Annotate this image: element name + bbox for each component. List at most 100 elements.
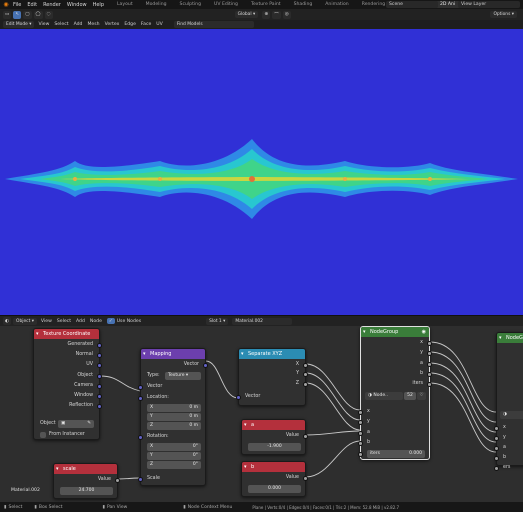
- node-menu-view[interactable]: View: [41, 319, 52, 324]
- texture-coordinate-node[interactable]: Texture Coordinate Generated Normal UV O…: [33, 328, 102, 440]
- value-node-b-header[interactable]: b: [242, 462, 305, 472]
- tab-modeling[interactable]: Modeling: [141, 1, 172, 8]
- group-in-y-socket[interactable]: [358, 420, 363, 425]
- use-nodes-checkbox[interactable]: ✓: [106, 318, 115, 324]
- menu-vertex[interactable]: Vertex: [105, 22, 120, 27]
- tab-shading[interactable]: Shading: [289, 1, 318, 8]
- blender-logo-icon[interactable]: ◉: [2, 1, 10, 8]
- mapping-location-socket[interactable]: [138, 396, 143, 401]
- menu-render[interactable]: Render: [43, 2, 61, 8]
- group-iters-field[interactable]: iters 0.000: [367, 450, 425, 458]
- material-selector[interactable]: Material.002: [232, 317, 293, 325]
- group-in-b-socket[interactable]: [358, 441, 363, 446]
- group2-in-iters-socket[interactable]: [494, 466, 499, 471]
- group-in-x-socket[interactable]: [358, 410, 363, 415]
- texcoord-normal-socket[interactable]: [97, 353, 102, 358]
- value-node-b-field[interactable]: 0.000: [248, 485, 301, 493]
- snap-icon[interactable]: ⌒: [272, 10, 281, 19]
- node-group-header[interactable]: NodeGroup ◉: [361, 327, 429, 337]
- view-layer-selector[interactable]: View Layer: [458, 1, 520, 8]
- texcoord-camera-socket[interactable]: [97, 384, 102, 389]
- menu-edge[interactable]: Edge: [124, 22, 136, 27]
- group-datablock-field[interactable]: ◑ Node..: [365, 392, 403, 400]
- mapping-rotation-y[interactable]: Y 0°: [147, 452, 201, 460]
- tab-animation[interactable]: Animation: [320, 1, 353, 8]
- tweak-tool-button[interactable]: ▭: [3, 10, 12, 19]
- menu-edit[interactable]: Edit: [27, 2, 37, 8]
- texcoord-window-socket[interactable]: [97, 394, 102, 399]
- value-node-a-socket[interactable]: [303, 434, 308, 439]
- mapping-location-y[interactable]: Y 0 m: [147, 413, 201, 421]
- mode-dropdown[interactable]: Edit Mode ▾: [3, 21, 35, 28]
- group2-datablock-field[interactable]: ◑: [500, 411, 523, 419]
- node-menu-add[interactable]: Add: [76, 319, 85, 324]
- separate-x-socket[interactable]: [303, 363, 308, 368]
- group2-in-x-socket[interactable]: [494, 426, 499, 431]
- from-instancer-checkbox[interactable]: [40, 432, 46, 438]
- shader-type-dropdown[interactable]: Object ▾: [13, 317, 37, 325]
- mapping-header[interactable]: Mapping: [141, 349, 205, 359]
- menu-window[interactable]: Window: [67, 2, 87, 8]
- value-node-a-header[interactable]: a: [242, 420, 305, 430]
- proportional-edit-icon[interactable]: ◎: [282, 10, 291, 19]
- node-group[interactable]: NodeGroup ◉ x y a b iters ◑ Node.. 52 ♡ x…: [358, 326, 432, 460]
- mapping-vector-out-socket[interactable]: [203, 363, 208, 368]
- menu-face[interactable]: Face: [141, 22, 151, 27]
- texcoord-generated-socket[interactable]: [97, 343, 102, 348]
- texcoord-reflection-socket[interactable]: [97, 404, 102, 409]
- group-in-iters-socket[interactable]: [358, 452, 363, 457]
- value-node-scale-socket[interactable]: [115, 478, 120, 483]
- transform-orientation-dropdown[interactable]: Global ▾: [234, 11, 259, 18]
- texcoord-uv-socket[interactable]: [97, 363, 102, 368]
- node-group-icon[interactable]: ◉: [422, 327, 426, 337]
- group-users-count[interactable]: 52: [404, 392, 416, 400]
- texture-coordinate-header[interactable]: Texture Coordinate: [34, 329, 99, 339]
- select-box-button[interactable]: ▢: [23, 10, 32, 19]
- node-editor-canvas[interactable]: Texture Coordinate Generated Normal UV O…: [0, 326, 523, 502]
- options-dropdown[interactable]: Options ▾: [490, 11, 517, 18]
- separate-z-socket[interactable]: [303, 382, 308, 387]
- group2-in-a-socket[interactable]: [494, 446, 499, 451]
- tab-uv-editing[interactable]: UV Editing: [209, 1, 243, 8]
- group-out-a-socket[interactable]: [427, 362, 432, 367]
- pivot-icon[interactable]: ⊕: [262, 10, 271, 19]
- node-group-2[interactable]: NodeG ◑ x y a b ers: [494, 332, 523, 471]
- value-node-b[interactable]: b Value 0.000: [241, 461, 308, 497]
- mapping-type-dropdown[interactable]: Texture ▾: [165, 372, 201, 380]
- find-dropdown[interactable]: Find Models: [173, 21, 254, 28]
- value-node-a[interactable]: a Value -1.900: [241, 419, 308, 455]
- mapping-vector-in-socket[interactable]: [138, 385, 143, 390]
- mapping-rotation-x[interactable]: X 0°: [147, 443, 201, 451]
- tab-layout[interactable]: Layout: [112, 1, 138, 8]
- value-node-b-socket[interactable]: [303, 476, 308, 481]
- menu-help[interactable]: Help: [93, 2, 104, 8]
- mapping-scale-socket[interactable]: [138, 477, 143, 482]
- uv-viewport[interactable]: [0, 29, 523, 315]
- node-menu-node[interactable]: Node: [90, 319, 102, 324]
- menu-file[interactable]: File: [13, 2, 21, 8]
- mapping-rotation-z[interactable]: Z 0°: [147, 461, 201, 469]
- mapping-node[interactable]: Mapping Vector Type: Texture ▾ Vector Lo…: [138, 348, 208, 486]
- separate-y-socket[interactable]: [303, 372, 308, 377]
- tab-texture-paint[interactable]: Texture Paint: [246, 1, 286, 8]
- group-out-b-socket[interactable]: [427, 372, 432, 377]
- value-node-a-field[interactable]: -1.900: [248, 443, 301, 451]
- tab-2d-animation[interactable]: 2D Ani: [434, 1, 461, 8]
- mapping-location-x[interactable]: X 0 m: [147, 404, 201, 412]
- texcoord-object-socket[interactable]: [97, 374, 102, 379]
- menu-uv[interactable]: UV: [156, 22, 163, 27]
- menu-view[interactable]: View: [38, 22, 49, 27]
- menu-mesh[interactable]: Mesh: [87, 22, 99, 27]
- eyedropper-icon[interactable]: ✎: [87, 420, 91, 428]
- scene-selector[interactable]: Scene: [386, 1, 438, 8]
- node-menu-select[interactable]: Select: [57, 319, 71, 324]
- select-circle-button[interactable]: ◯: [33, 10, 43, 19]
- select-tool-button[interactable]: ↖: [13, 10, 22, 19]
- slot-dropdown[interactable]: Slot 1 ▾: [206, 317, 229, 325]
- value-node-scale-field[interactable]: 24.700: [60, 487, 113, 495]
- separate-xyz-header[interactable]: Separate XYZ: [239, 349, 305, 359]
- select-lasso-button[interactable]: ◌: [44, 10, 53, 19]
- group2-in-b-socket[interactable]: [494, 456, 499, 461]
- mapping-rotation-socket[interactable]: [138, 435, 143, 440]
- value-node-scale[interactable]: scale Value 24.700: [53, 463, 120, 499]
